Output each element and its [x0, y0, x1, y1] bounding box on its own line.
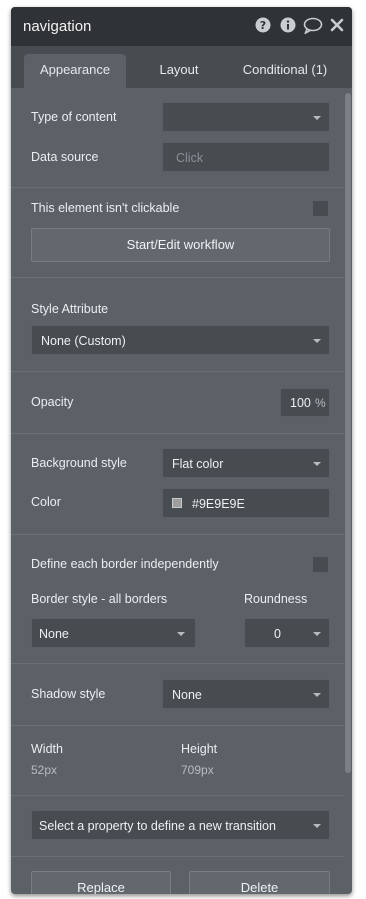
background-style-dropdown[interactable]: Flat color: [162, 448, 330, 478]
roundness-dropdown[interactable]: 0: [244, 618, 330, 648]
data-source-placeholder: Click: [176, 151, 204, 165]
chevron-down-icon: [313, 824, 321, 828]
opacity-value: 100: [290, 396, 311, 410]
style-attribute-label: Style Attribute: [31, 302, 109, 316]
comment-icon[interactable]: [303, 17, 323, 37]
tab-conditional[interactable]: Conditional (1): [227, 54, 343, 88]
shadow-style-value: None: [172, 688, 202, 702]
border-style-dropdown[interactable]: None: [31, 618, 196, 648]
divider: [11, 725, 344, 726]
color-value: #9E9E9E: [192, 497, 245, 511]
panel-title: navigation: [23, 18, 92, 35]
chevron-down-icon: [313, 339, 321, 343]
color-swatch: [172, 498, 182, 508]
divider: [11, 187, 344, 188]
chevron-down-icon: [313, 462, 321, 466]
tab-layout[interactable]: Layout: [143, 54, 215, 88]
border-style-label: Border style - all borders: [31, 592, 168, 606]
define-borders-checkbox[interactable]: [312, 556, 329, 573]
data-source-label: Data source: [31, 150, 99, 164]
border-style-value: None: [39, 627, 69, 641]
height-value: 709px: [181, 763, 214, 777]
divider: [11, 856, 344, 857]
help-icon[interactable]: ?: [255, 17, 271, 36]
divider: [11, 277, 344, 278]
opacity-unit: %: [315, 396, 326, 410]
style-attribute-value: None (Custom): [41, 334, 126, 348]
color-picker[interactable]: #9E9E9E: [162, 488, 330, 518]
divider: [11, 795, 344, 796]
info-icon[interactable]: [280, 17, 296, 36]
not-clickable-checkbox[interactable]: [312, 200, 329, 217]
color-label: Color: [31, 495, 61, 509]
divider: [11, 433, 344, 434]
type-of-content-dropdown[interactable]: [162, 102, 330, 132]
transition-placeholder: Select a property to define a new transi…: [39, 819, 276, 833]
style-attribute-dropdown[interactable]: None (Custom): [31, 325, 330, 355]
close-icon[interactable]: [330, 18, 344, 35]
chevron-down-icon: [177, 632, 185, 636]
width-value: 52px: [31, 763, 58, 777]
opacity-input[interactable]: 100 %: [280, 388, 330, 417]
svg-text:?: ?: [260, 19, 266, 32]
define-borders-label: Define each border independently: [31, 557, 219, 571]
background-style-value: Flat color: [172, 457, 224, 471]
type-of-content-label: Type of content: [31, 110, 117, 124]
scrollbar[interactable]: [345, 93, 351, 773]
not-clickable-label: This element isn't clickable: [31, 201, 180, 215]
data-source-field[interactable]: Click: [162, 142, 330, 172]
chevron-down-icon: [313, 116, 321, 120]
height-label: Height: [181, 742, 218, 756]
chevron-down-icon: [313, 693, 321, 697]
divider: [11, 663, 344, 664]
tab-bar: Appearance Layout Conditional (1): [11, 46, 352, 88]
shadow-style-dropdown[interactable]: None: [162, 679, 330, 709]
divider: [11, 371, 344, 372]
roundness-label: Roundness: [244, 592, 308, 606]
chevron-down-icon: [313, 632, 321, 636]
width-label: Width: [31, 742, 63, 756]
property-editor-panel: navigation ? Appearance Layout Condition…: [11, 7, 352, 894]
shadow-style-label: Shadow style: [31, 687, 106, 701]
delete-button[interactable]: Delete: [189, 871, 330, 894]
background-style-label: Background style: [31, 456, 127, 470]
tab-appearance[interactable]: Appearance: [24, 54, 126, 88]
title-bar[interactable]: navigation ?: [11, 7, 352, 46]
divider: [11, 534, 344, 535]
roundness-value: 0: [274, 627, 281, 641]
replace-button[interactable]: Replace: [31, 871, 171, 894]
start-edit-workflow-button[interactable]: Start/Edit workflow: [31, 228, 330, 262]
opacity-label: Opacity: [31, 395, 74, 409]
transition-property-dropdown[interactable]: Select a property to define a new transi…: [31, 810, 330, 840]
